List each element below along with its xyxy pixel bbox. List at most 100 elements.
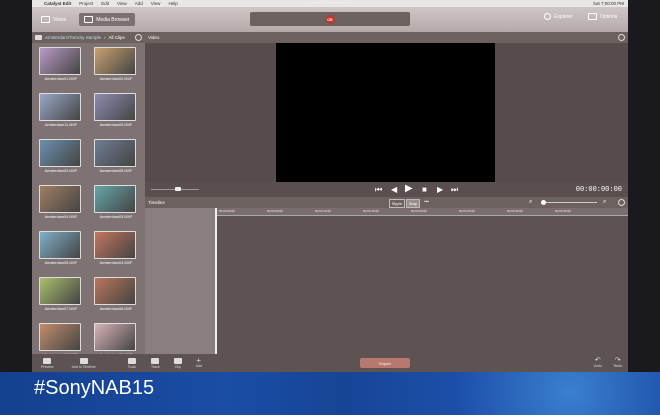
timeline-header: Timeline Ripple Snap ••• ⌕ ⌕	[145, 197, 628, 208]
add-to-timeline-icon	[79, 357, 88, 364]
clip-name: Amsterdam09.MXF	[99, 123, 133, 127]
clip-thumbnail[interactable]	[94, 47, 136, 75]
path-separator: ›	[104, 35, 106, 40]
ruler-tick: 00:00:15:00	[363, 209, 379, 213]
clip-thumbnail[interactable]	[39, 139, 81, 167]
track-label: Track	[151, 364, 160, 369]
options-button[interactable]: Options	[588, 13, 617, 20]
play-button[interactable]: ▶	[405, 184, 413, 194]
export-button[interactable]: Export	[360, 358, 410, 368]
redo-icon: ↷	[614, 357, 621, 364]
explorer-button[interactable]: Explorer	[544, 13, 573, 20]
all-clips-label[interactable]: All Clips	[109, 35, 125, 40]
menu-edit[interactable]: Edit	[101, 1, 109, 6]
clip-tile[interactable]: Amsterdam04.MXF	[94, 231, 138, 265]
clip-thumbnail[interactable]	[94, 185, 136, 213]
menubar-clock: Sat 7:00:00 PM	[592, 1, 624, 6]
clip-thumbnail[interactable]	[94, 93, 136, 121]
clip-tile[interactable]: Amsterdam02.MXF	[39, 139, 83, 173]
menu-project[interactable]: Project	[79, 1, 93, 6]
app-badge: CE	[250, 12, 410, 26]
zoom-slider-track[interactable]	[541, 202, 597, 203]
undo-label: Undo	[593, 364, 602, 368]
window-title: Catalyst - Untitled Project	[310, 1, 350, 5]
clip-name: Amsterdam02.MXF	[99, 77, 133, 81]
preview-label: Preview	[41, 364, 54, 369]
clip-tile[interactable]: Amsterdam10.MXF	[39, 323, 83, 357]
clip-button[interactable]: Clip	[173, 357, 182, 369]
menu-help[interactable]: Help	[168, 1, 177, 6]
stop-button[interactable]: ■	[422, 185, 427, 194]
clip-name: Amsterdam05.MXF	[99, 169, 133, 173]
preview-button[interactable]: Preview	[41, 357, 54, 369]
clip-thumbnail[interactable]	[39, 323, 81, 351]
clip-tile[interactable]: Amsterdam08.MXF	[94, 277, 138, 311]
clip-tile[interactable]: Amsterdam12.MXF	[94, 323, 138, 357]
clip-tile[interactable]: Amsterdam05.MXF	[39, 231, 83, 265]
add-button[interactable]: + Add	[196, 357, 202, 369]
explorer-label: Explorer	[554, 13, 573, 20]
clip-tile[interactable]: Amsterdam02.MXF	[94, 47, 138, 81]
options-label: Options	[600, 13, 618, 20]
viewer-gear-icon[interactable]	[618, 34, 625, 41]
clip-thumbnail[interactable]	[94, 231, 136, 259]
clip-tile[interactable]: Amsterdam05.MXF	[94, 139, 138, 173]
library-header: Amsterdam/Tomcity Sample › All Clips	[32, 32, 145, 43]
timeline-ruler[interactable]: 00:00:00:00 00:00:05:00 00:00:10:00 00:0…	[215, 208, 628, 216]
ruler-tick: 00:00:20:00	[411, 209, 427, 213]
go-to-start-button[interactable]: ⏮	[375, 185, 382, 194]
undo-button[interactable]: ↶ Undo	[594, 357, 602, 368]
clip-thumbnail[interactable]	[39, 185, 81, 213]
toolbar: Views Media Browser Catalyst - Untitled …	[32, 1, 628, 32]
step-forward-button[interactable]: ▶	[437, 185, 443, 194]
go-to-end-button[interactable]: ⏭	[451, 185, 458, 194]
library-gear-icon[interactable]	[135, 34, 142, 41]
transport-bar: ⏮ ◀ ▶ ■ ▶ ⏭ 00:00:00:00	[145, 182, 628, 197]
clip-tile[interactable]: Amsterdam11.MXF	[39, 93, 83, 127]
views-icon	[41, 16, 50, 23]
tools-button[interactable]: Tools	[128, 357, 136, 369]
zoom-in-icon[interactable]: ⌕	[603, 199, 606, 206]
redo-button[interactable]: ↷ Redo	[614, 357, 622, 368]
clip-thumbnail[interactable]	[39, 277, 81, 305]
track-button[interactable]: Track	[151, 357, 160, 369]
clip-thumbnail[interactable]	[94, 277, 136, 305]
zoom-slider-knob[interactable]	[541, 200, 546, 205]
ruler-tick: 00:00:30:00	[507, 209, 523, 213]
playhead[interactable]	[215, 208, 217, 354]
add-to-timeline-label: Add to Timeline	[71, 364, 96, 369]
menu-add[interactable]: Add	[135, 1, 143, 6]
clip-tile[interactable]: Amsterdam03.MXF	[94, 185, 138, 219]
menu-view[interactable]: View	[117, 1, 127, 6]
media-browser-button[interactable]: Media Browser	[79, 13, 135, 26]
step-back-button[interactable]: ◀	[391, 185, 397, 194]
clip-thumbnail[interactable]	[94, 139, 136, 167]
ripple-mode-button[interactable]: Ripple	[389, 199, 405, 208]
menu-app[interactable]: Catalyst Edit	[44, 1, 71, 6]
clip-thumbnail[interactable]	[39, 93, 81, 121]
library-footer: Preview Add to Timeline Tools	[32, 354, 145, 372]
snap-mode-button[interactable]: Snap	[405, 199, 421, 208]
clip-tile[interactable]: Amsterdam04.MXF	[39, 185, 83, 219]
add-to-timeline-button[interactable]: Add to Timeline	[71, 357, 96, 369]
timeline-tracks[interactable]	[215, 216, 628, 354]
clip-thumbnail[interactable]	[39, 231, 81, 259]
clip-tile[interactable]: Amsterdam07.MXF	[39, 277, 83, 311]
audio-scrub-knob[interactable]	[175, 187, 181, 191]
clip-name: Amsterdam11.MXF	[44, 123, 78, 127]
zoom-out-icon[interactable]: ⌕	[529, 199, 532, 206]
views-button[interactable]: Views	[36, 13, 71, 26]
library-path[interactable]: Amsterdam/Tomcity Sample	[45, 35, 101, 40]
app-logo-icon: CE	[325, 14, 335, 24]
menu-view-2[interactable]: View	[151, 1, 161, 6]
timeline-gear-icon[interactable]	[618, 199, 625, 206]
clip-tile[interactable]: Amsterdam01.MXF	[39, 47, 83, 81]
media-browser-label: Media Browser	[96, 16, 130, 23]
video-screen[interactable]	[276, 43, 495, 182]
clip-icon	[173, 357, 182, 364]
clip-thumbnail[interactable]	[94, 323, 136, 351]
clip-thumbnail[interactable]	[39, 47, 81, 75]
clip-name: Amsterdam04.MXF	[99, 261, 133, 265]
clip-tile[interactable]: Amsterdam09.MXF	[94, 93, 138, 127]
more-options-icon[interactable]: •••	[424, 199, 429, 208]
